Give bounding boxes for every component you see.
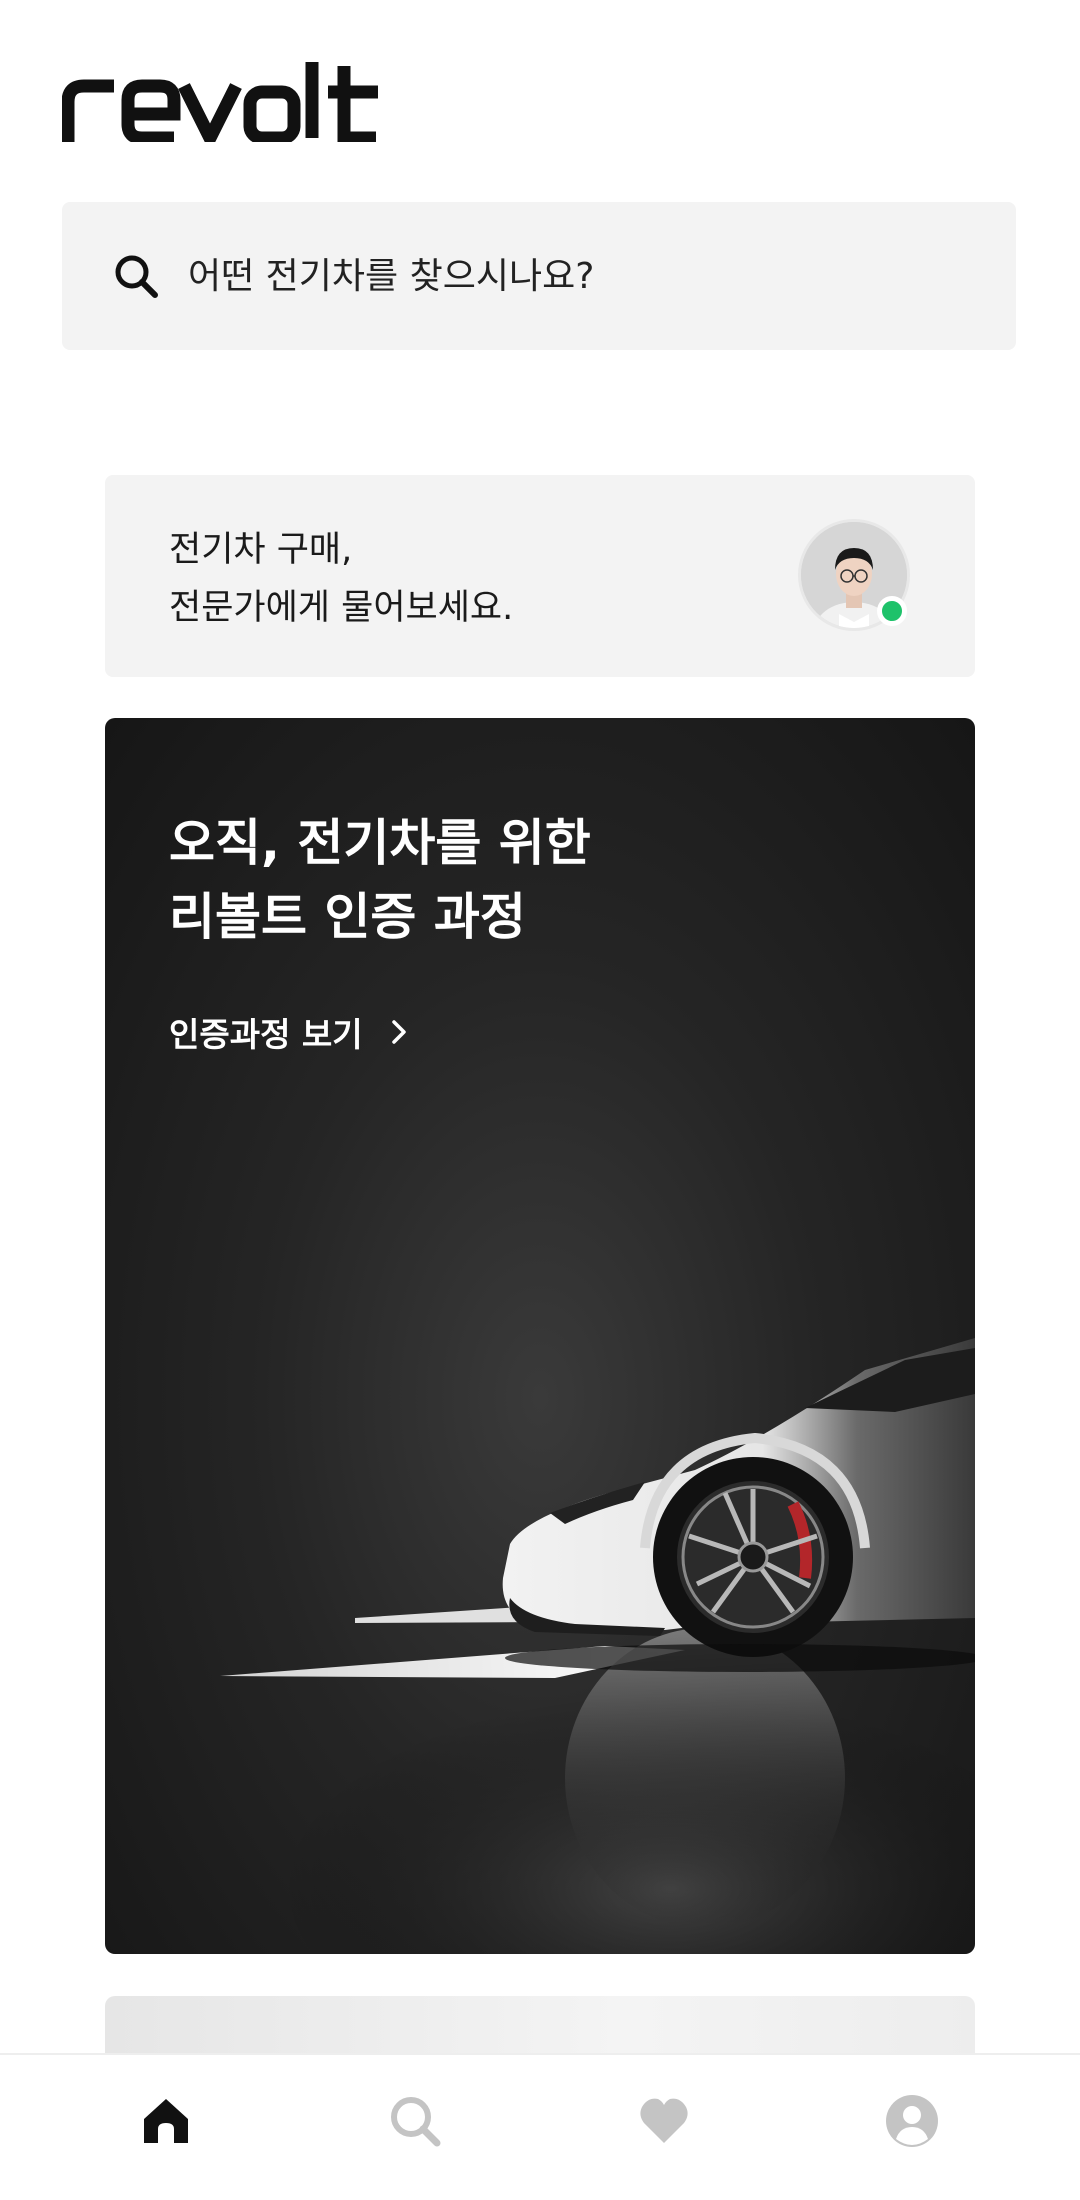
nav-search[interactable] <box>385 2091 445 2151</box>
heart-icon <box>640 2098 688 2143</box>
view-certification-link[interactable]: 인증과정 보기 <box>169 1008 413 1056</box>
expert-line-1: 전기차 구매, <box>169 530 353 570</box>
hero-title-line-2: 리볼트 인증 과정 <box>169 888 526 946</box>
search-icon <box>115 255 158 298</box>
hero-title-line-1: 오직, 전기차를 위한 <box>169 814 591 872</box>
search-icon <box>391 2097 441 2147</box>
next-content-card[interactable] <box>105 1996 975 2056</box>
nav-favorites[interactable] <box>634 2091 694 2151</box>
user-icon <box>886 2095 938 2147</box>
bottom-nav <box>0 2053 1080 2200</box>
online-status-dot <box>877 596 907 626</box>
certification-hero-card[interactable]: 오직, 전기차를 위한 리볼트 인증 과정 인증과정 보기 <box>105 718 975 1954</box>
chevron-right-icon <box>391 1020 406 1044</box>
search-bar[interactable] <box>62 202 1016 350</box>
home-icon <box>144 2099 188 2143</box>
hero-title: 오직, 전기차를 위한 리볼트 인증 과정 <box>169 806 591 954</box>
nav-home[interactable] <box>136 2091 196 2151</box>
expert-line-2: 전문가에게 물어보세요. <box>169 588 514 628</box>
expert-consult-card[interactable]: 전기차 구매, 전문가에게 물어보세요. <box>105 475 975 677</box>
expert-consult-text: 전기차 구매, 전문가에게 물어보세요. <box>169 521 513 637</box>
view-certification-label: 인증과정 보기 <box>169 1015 363 1054</box>
nav-profile[interactable] <box>882 2091 942 2151</box>
revolt-logo[interactable] <box>62 62 382 142</box>
search-input[interactable] <box>188 255 948 297</box>
